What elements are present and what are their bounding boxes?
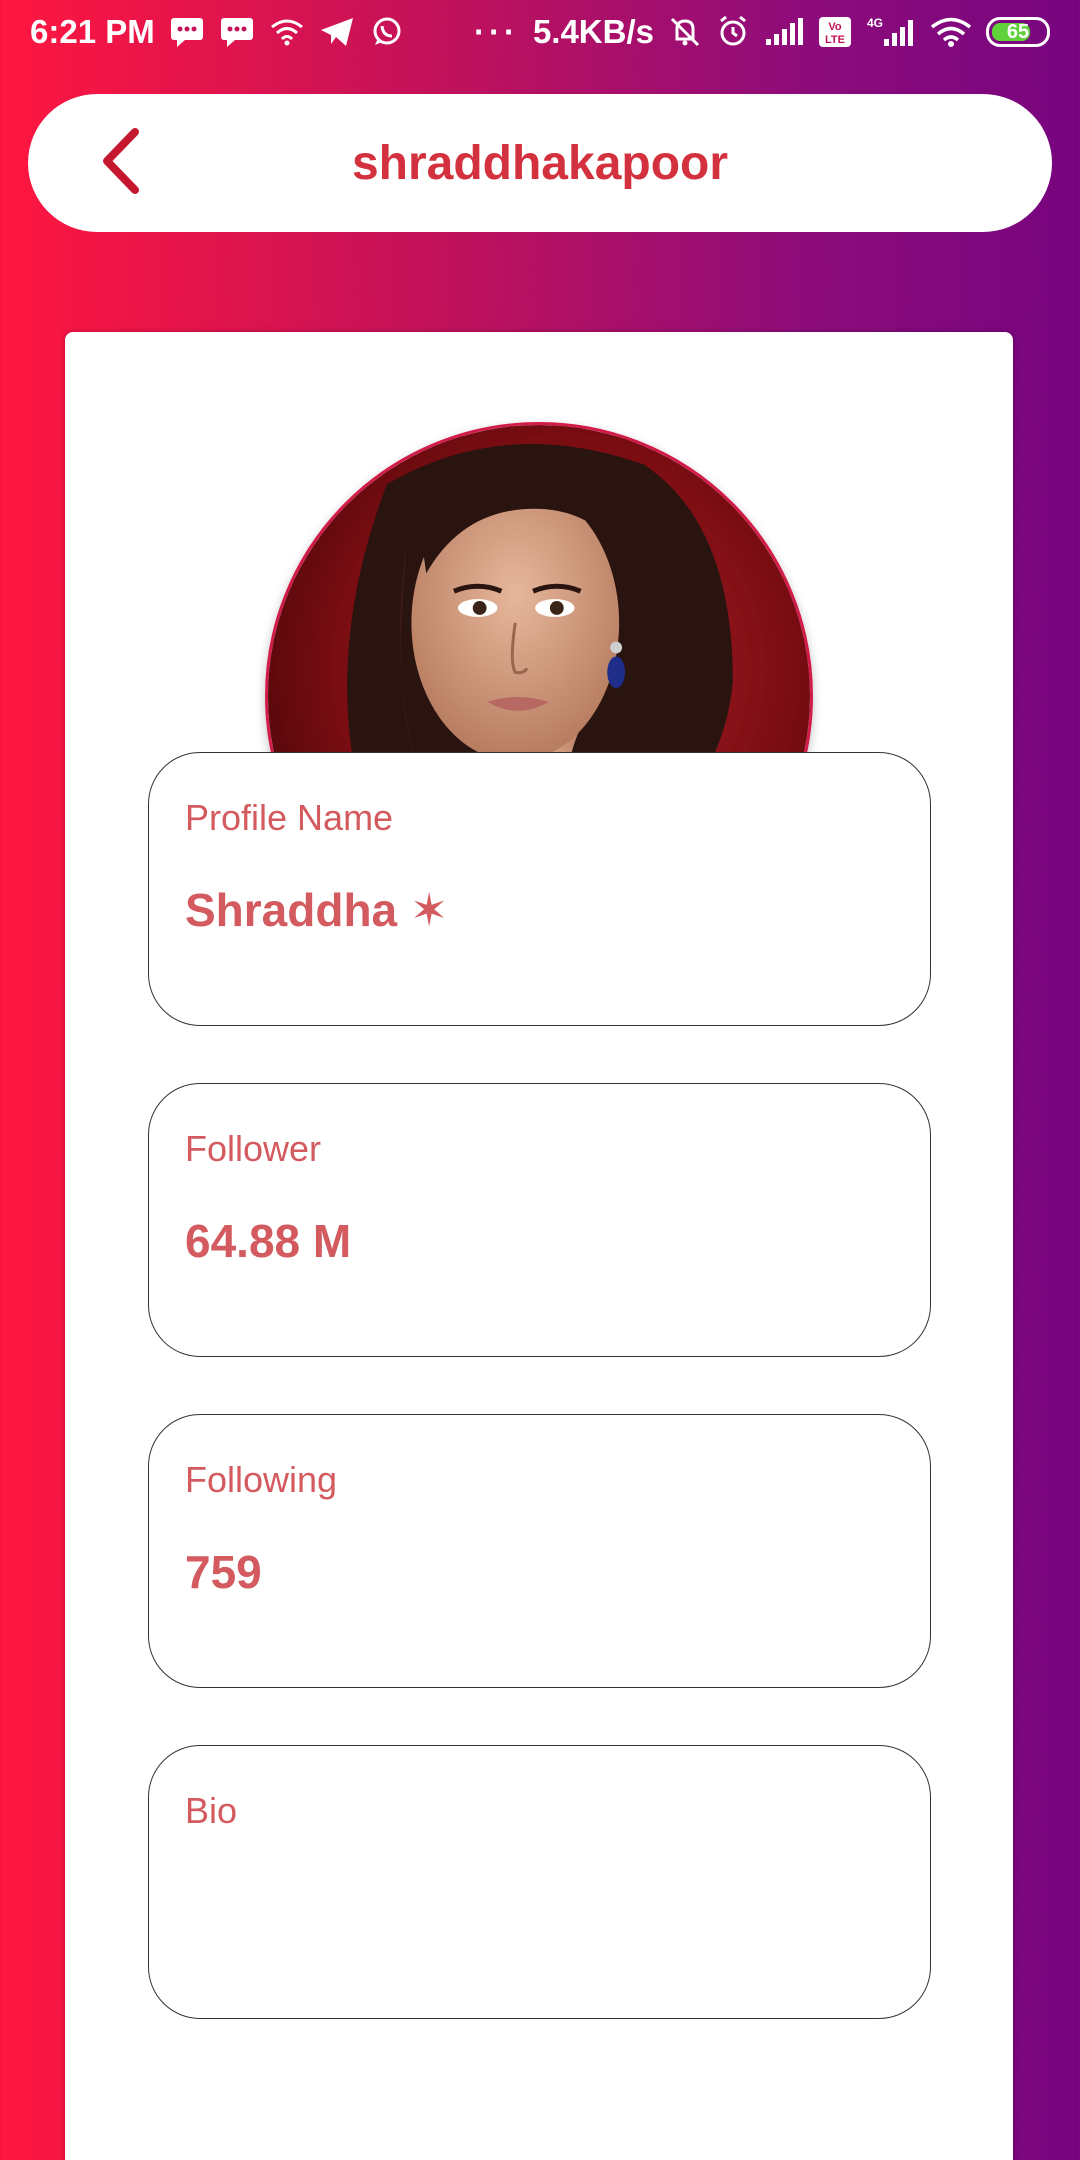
battery-text: 65	[1006, 20, 1030, 43]
network-speed: 5.4KB/s	[532, 13, 654, 50]
back-button[interactable]	[88, 126, 158, 201]
whatsapp-icon	[369, 16, 405, 48]
status-bar-right: ··· 5.4KB/s Vo LTE 4G 65	[474, 13, 1050, 51]
bio-label: Bio	[185, 1790, 238, 1831]
svg-text:4G: 4G	[867, 16, 883, 30]
message-icon	[169, 16, 205, 48]
alarm-icon	[716, 15, 750, 49]
follower-field: Follower 64.88 M	[148, 1083, 931, 1357]
following-value: 759	[185, 1546, 262, 1598]
top-bar: shraddhakapoor	[28, 94, 1052, 232]
profile-name-label: Profile Name	[185, 797, 394, 838]
profile-name-value: Shraddha ✶	[185, 884, 449, 936]
wifi-hotspot-icon	[269, 16, 305, 48]
follower-label: Follower	[185, 1128, 322, 1169]
status-bar: 6:21 PM ··· 5.4KB/s Vo LTE 4G 65	[0, 0, 1080, 64]
status-time: 6:21 PM	[30, 13, 155, 50]
battery-icon: 65	[986, 17, 1050, 47]
svg-text:Vo: Vo	[828, 21, 842, 33]
muted-bell-icon	[668, 15, 702, 49]
bio-field: Bio	[148, 1745, 931, 2019]
svg-text:LTE: LTE	[825, 34, 845, 46]
follower-value: 64.88 M	[185, 1215, 352, 1267]
message-icon	[219, 16, 255, 48]
following-field: Following 759	[148, 1414, 931, 1688]
profile-name-field: Profile Name Shraddha ✶	[148, 752, 931, 1026]
more-notifications-icon: ···	[473, 13, 519, 50]
page-title: shraddhakapoor	[351, 136, 729, 190]
volte-icon: Vo LTE	[818, 16, 852, 48]
profile-card: Profile Name Shraddha ✶ Follower 64.88 M…	[65, 332, 1013, 2160]
chevron-left-icon	[93, 126, 153, 201]
4g-signal-icon: 4G	[866, 16, 916, 48]
signal-icon	[764, 17, 804, 47]
telegram-icon	[319, 16, 355, 48]
following-label: Following	[185, 1459, 338, 1500]
status-bar-left: 6:21 PM	[30, 13, 405, 51]
wifi-icon	[930, 16, 972, 48]
